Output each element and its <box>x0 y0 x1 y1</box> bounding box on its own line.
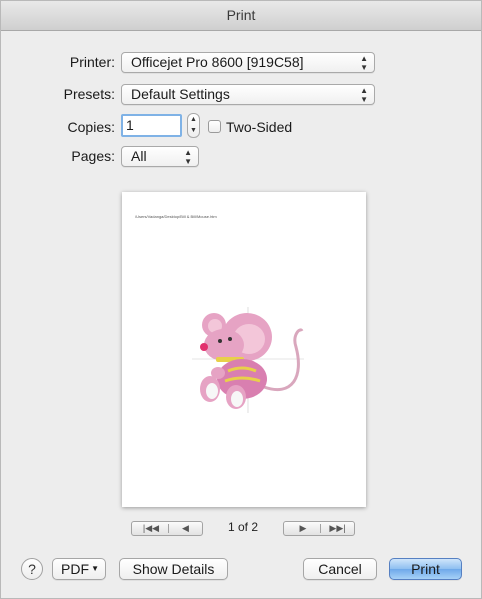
mouse-clipart-icon <box>192 307 304 413</box>
next-nav-group: ▶ ▶▶| <box>283 521 355 536</box>
pages-value: All <box>131 148 147 164</box>
show-details-button[interactable]: Show Details <box>119 558 228 580</box>
presets-value: Default Settings <box>131 86 230 102</box>
presets-select[interactable]: Default Settings ▲ ▼ <box>121 84 375 105</box>
copies-field[interactable]: 1 <box>121 114 182 137</box>
prev-nav-group: |◀◀ ◀ <box>131 521 203 536</box>
popup-arrows-icon: ▲ ▼ <box>360 86 368 104</box>
preview-header-text: /Users/Vadanga/Desktop/Bill & Bill/Mouse… <box>135 214 217 219</box>
popup-arrows-icon: ▲ ▼ <box>184 148 192 166</box>
presets-label: Presets: <box>63 86 115 102</box>
window-title: Print <box>1 1 481 31</box>
pages-select[interactable]: All ▲ ▼ <box>121 146 199 167</box>
copies-stepper[interactable]: ▲ ▼ <box>187 113 200 138</box>
last-page-icon[interactable]: ▶▶| <box>321 522 354 535</box>
printer-select[interactable]: Officejet Pro 8600 [919C58] ▲ ▼ <box>121 52 375 73</box>
print-button[interactable]: Print <box>389 558 462 580</box>
two-sided-checkbox[interactable] <box>208 120 221 133</box>
help-button[interactable]: ? <box>21 558 43 580</box>
printer-label: Printer: <box>69 54 115 70</box>
pdf-label: PDF <box>61 561 89 577</box>
pdf-button[interactable]: PDF ▼ <box>52 558 106 580</box>
previous-page-icon[interactable]: ◀ <box>169 522 202 535</box>
next-page-icon[interactable]: ▶ <box>286 522 320 535</box>
copies-label: Copies: <box>67 119 115 135</box>
printer-value: Officejet Pro 8600 [919C58] <box>131 54 304 70</box>
chevron-down-icon: ▼ <box>91 564 99 573</box>
popup-arrows-icon: ▲ ▼ <box>360 54 368 72</box>
first-page-icon[interactable]: |◀◀ <box>134 522 168 535</box>
page-preview: /Users/Vadanga/Desktop/Bill & Bill/Mouse… <box>122 192 366 507</box>
print-dialog: Print Printer: Officejet Pro 8600 [919C5… <box>0 0 482 599</box>
page-indicator: 1 of 2 <box>227 520 259 534</box>
pages-label: Pages: <box>71 148 115 164</box>
two-sided-label: Two-Sided <box>226 119 293 135</box>
cancel-button[interactable]: Cancel <box>303 558 377 580</box>
